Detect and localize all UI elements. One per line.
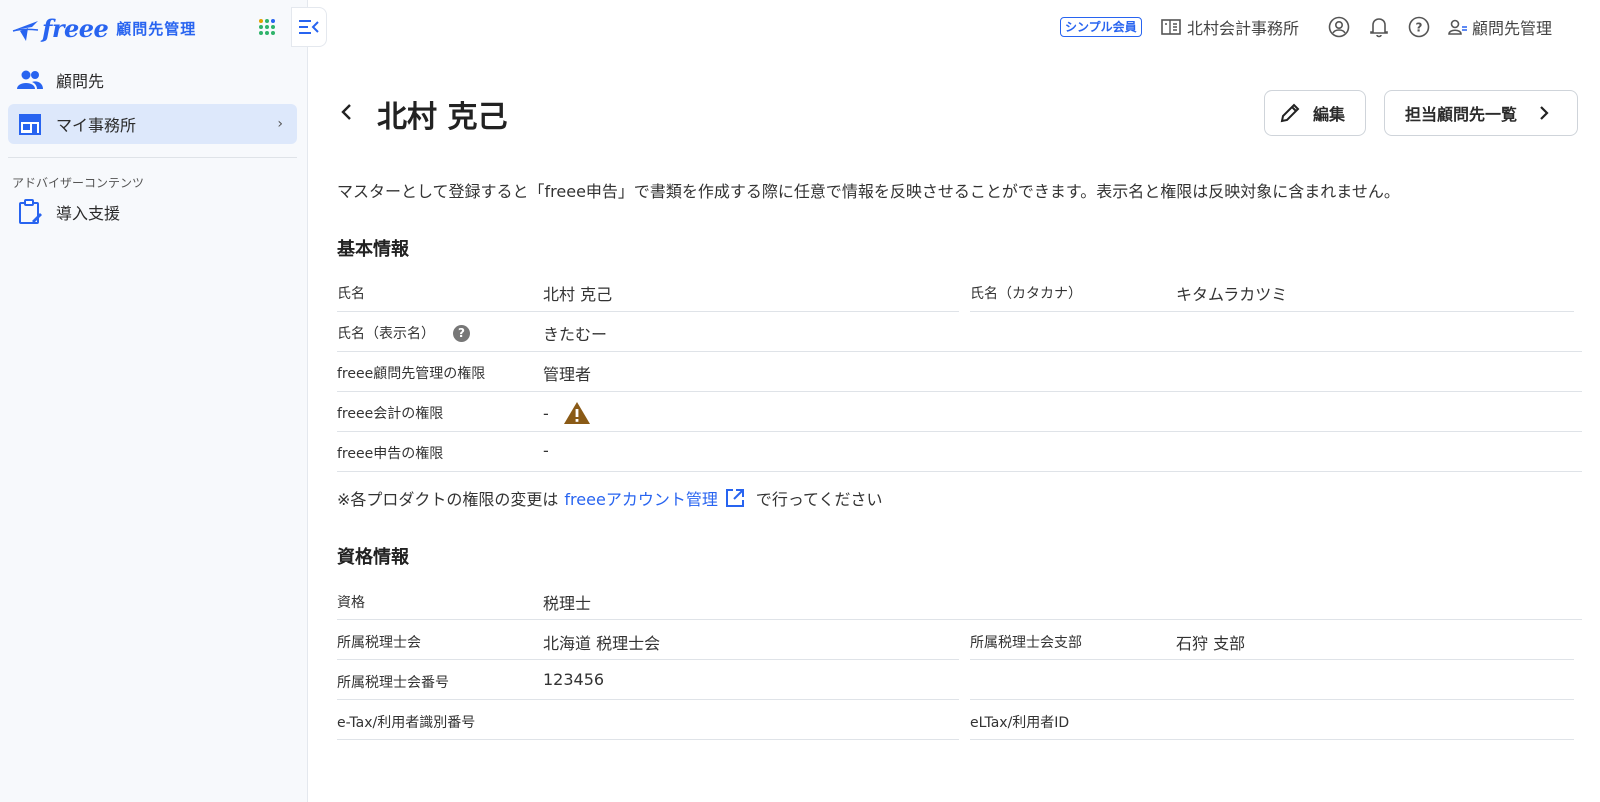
sidebar: freee 顧問先管理 顧問先 マイ事務所 › アドバイザーコンテンツ 導入支援 xyxy=(0,0,327,802)
row-divider xyxy=(970,311,1574,312)
brand-logo[interactable]: freee 顧問先管理 xyxy=(12,8,196,48)
advisor-permission-value: 管理者 xyxy=(543,365,592,384)
logo-text: freee xyxy=(42,13,109,43)
bell-icon xyxy=(1370,18,1388,38)
user-circle-icon xyxy=(1328,16,1350,38)
store-icon xyxy=(16,112,44,136)
row-divider xyxy=(337,619,1582,620)
association-label: 所属税理士会 xyxy=(337,635,421,651)
user-settings-icon xyxy=(1448,19,1467,35)
chevron-left-icon xyxy=(341,104,351,120)
page-description: マスターとして登録すると「freee申告」で書類を作成する際に任意で情報を反映さ… xyxy=(337,182,1400,201)
name-label: 氏名 xyxy=(337,286,365,302)
display-name-value: きたむー xyxy=(543,325,608,344)
pencil-icon xyxy=(1279,102,1301,124)
row-divider xyxy=(970,699,1574,700)
sidebar-item-label: マイ事務所 xyxy=(56,116,137,135)
back-button[interactable] xyxy=(332,98,360,126)
basic-info-title: 基本情報 xyxy=(337,239,409,260)
advisor-permission-label: freee顧問先管理の権限 xyxy=(337,366,486,382)
top-bar: シンプル会員 北村会計事務所 ? 顧問先管理 xyxy=(308,0,1600,54)
row-divider xyxy=(337,739,959,740)
sidebar-item-clients[interactable]: 顧問先 xyxy=(8,60,297,100)
name-value: 北村 克己 xyxy=(543,285,613,304)
people-icon xyxy=(16,68,44,92)
product-name: 顧問先管理 xyxy=(116,19,197,38)
svg-text:?: ? xyxy=(1416,21,1423,35)
display-name-label-text: 氏名（表示名） xyxy=(337,326,435,342)
association-number-label: 所属税理士会番号 xyxy=(337,675,449,691)
association-value: 北海道 税理士会 xyxy=(543,634,661,653)
warning-icon[interactable] xyxy=(563,401,591,425)
branch-value: 石狩 支部 xyxy=(1176,634,1246,653)
user-menu[interactable]: 顧問先管理 xyxy=(1448,14,1552,40)
chevron-right-icon xyxy=(1539,105,1549,121)
note-prefix: ※各プロダクトの権限の変更は xyxy=(337,490,559,509)
row-divider xyxy=(337,471,1582,472)
plane-logo-icon xyxy=(12,21,39,41)
clipboard-edit-icon xyxy=(16,199,44,224)
branch-label: 所属税理士会支部 xyxy=(970,635,1082,651)
edit-button-label: 編集 xyxy=(1313,107,1346,124)
sidebar-section-title: アドバイザーコンテンツ xyxy=(12,176,145,190)
sidebar-divider xyxy=(8,157,297,158)
accounting-permission-text: - xyxy=(543,403,549,423)
permission-note: ※各プロダクトの権限の変更は freeeアカウント管理 で行ってください xyxy=(337,486,883,510)
qualification-value: 税理士 xyxy=(543,594,592,613)
notification-button[interactable] xyxy=(1369,14,1389,40)
plan-badge: シンプル会員 xyxy=(1060,14,1142,40)
help-icon[interactable]: ? xyxy=(453,324,470,342)
client-list-button-label: 担当顧問先一覧 xyxy=(1405,107,1518,124)
eltax-label: eLTax/利用者ID xyxy=(970,715,1070,731)
account-button[interactable] xyxy=(1328,14,1350,40)
accounting-permission-value: - xyxy=(543,401,591,425)
sidebar-item-my-office[interactable]: マイ事務所 › xyxy=(8,104,297,144)
office-switcher[interactable]: 北村会計事務所 xyxy=(1161,14,1299,40)
office-name: 北村会計事務所 xyxy=(1187,19,1300,38)
sidebar-item-label: 顧問先 xyxy=(56,72,105,91)
account-management-link-text: freeeアカウント管理 xyxy=(564,490,718,509)
row-divider xyxy=(337,659,959,660)
association-number-value: 123456 xyxy=(543,670,605,689)
account-management-link[interactable]: freeeアカウント管理 xyxy=(564,486,745,510)
edit-button[interactable]: 編集 xyxy=(1264,90,1366,136)
accounting-permission-label: freee会計の権限 xyxy=(337,406,444,422)
row-divider xyxy=(337,351,1582,352)
kana-value: キタムラカツミ xyxy=(1176,285,1288,304)
app-grid-icon[interactable] xyxy=(258,18,276,36)
sidebar-item-onboarding[interactable]: 導入支援 xyxy=(8,192,297,232)
qualification-label: 資格 xyxy=(337,595,365,611)
help-button[interactable]: ? xyxy=(1408,14,1430,40)
user-menu-label: 顧問先管理 xyxy=(1472,19,1553,38)
tax-permission-label: freee申告の権限 xyxy=(337,446,444,462)
building-icon xyxy=(1161,19,1181,35)
client-list-button[interactable]: 担当顧問先一覧 xyxy=(1384,90,1578,136)
qualification-title: 資格情報 xyxy=(337,547,409,568)
sidebar-item-label: 導入支援 xyxy=(56,204,121,223)
note-suffix: で行ってください xyxy=(755,490,883,509)
kana-label: 氏名（カタカナ） xyxy=(970,286,1082,302)
help-circle-icon: ? xyxy=(1408,16,1430,38)
chevron-right-icon: › xyxy=(277,116,283,132)
external-link-icon xyxy=(725,489,744,507)
row-divider xyxy=(970,739,1574,740)
page-title: 北村 克己 xyxy=(377,100,508,135)
etax-label: e-Tax/利用者識別番号 xyxy=(337,715,476,731)
display-name-label: 氏名（表示名） ? xyxy=(337,323,470,343)
tax-permission-value: - xyxy=(543,441,549,460)
row-divider xyxy=(337,699,959,700)
row-divider xyxy=(337,311,959,312)
row-divider xyxy=(970,659,1574,660)
row-divider xyxy=(337,431,1582,432)
row-divider xyxy=(337,391,1582,392)
